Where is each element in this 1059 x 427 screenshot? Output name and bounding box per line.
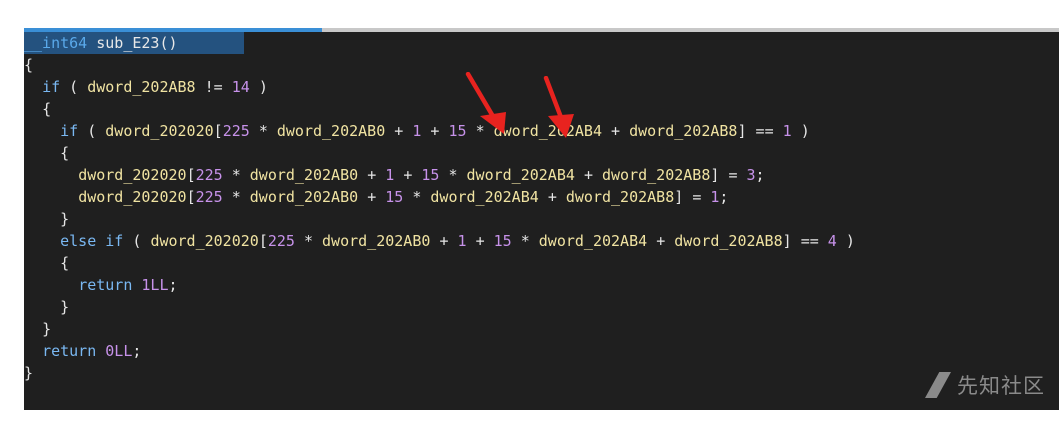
code-line[interactable]: return 0LL; <box>24 340 141 362</box>
code-line-text: { <box>60 144 70 162</box>
signature-line[interactable]: __int64 sub_E23() <box>24 32 244 54</box>
code-line-text: { <box>24 56 34 74</box>
code-line-text: { <box>42 100 52 118</box>
code-line[interactable]: } <box>24 362 33 384</box>
code-line[interactable]: { <box>24 98 51 120</box>
code-line[interactable]: { <box>24 142 69 164</box>
watermark: 先知社区 <box>925 370 1045 400</box>
code-line-text: dword_202020[225 * dword_202AB0 + 1 + 15… <box>78 166 765 184</box>
code-line-text: return 0LL; <box>42 342 142 360</box>
code-line-text: if ( dword_202AB8 != 14 ) <box>42 78 268 96</box>
arrow-to-1 <box>465 72 506 134</box>
return-type: __int64 <box>24 34 88 52</box>
code-line[interactable]: if ( dword_202AB8 != 14 ) <box>24 76 268 98</box>
code-line-text: else if ( dword_202020[225 * dword_202AB… <box>60 232 855 250</box>
code-line-text: return 1LL; <box>78 276 178 294</box>
code-line[interactable]: { <box>24 54 33 76</box>
code-line[interactable]: } <box>24 296 69 318</box>
code-line[interactable]: } <box>24 208 69 230</box>
decompiler-window: __int64 sub_E23() { if ( dword_202AB8 !=… <box>24 0 1059 410</box>
code-line-text: } <box>60 298 70 316</box>
function-name[interactable]: sub_E23() <box>96 34 177 52</box>
code-line-text: } <box>24 364 34 382</box>
code-line-text: if ( dword_202020[225 * dword_202AB0 + 1… <box>60 122 810 140</box>
watermark-text: 先知社区 <box>957 374 1045 398</box>
arrow-to-15 <box>543 76 574 138</box>
code-line[interactable]: return 1LL; <box>24 274 178 296</box>
code-line[interactable]: } <box>24 318 51 340</box>
code-line-text: } <box>60 210 70 228</box>
watermark-logo-icon <box>925 372 951 398</box>
code-line[interactable]: { <box>24 252 69 274</box>
code-line[interactable]: else if ( dword_202020[225 * dword_202AB… <box>24 230 855 252</box>
code-line[interactable]: dword_202020[225 * dword_202AB0 + 15 * d… <box>24 186 728 208</box>
code-line[interactable]: if ( dword_202020[225 * dword_202AB0 + 1… <box>24 120 810 142</box>
code-line-text: } <box>42 320 52 338</box>
code-line-text: dword_202020[225 * dword_202AB0 + 15 * d… <box>78 188 729 206</box>
code-line[interactable]: dword_202020[225 * dword_202AB0 + 1 + 15… <box>24 164 765 186</box>
code-line-text: { <box>60 254 70 272</box>
